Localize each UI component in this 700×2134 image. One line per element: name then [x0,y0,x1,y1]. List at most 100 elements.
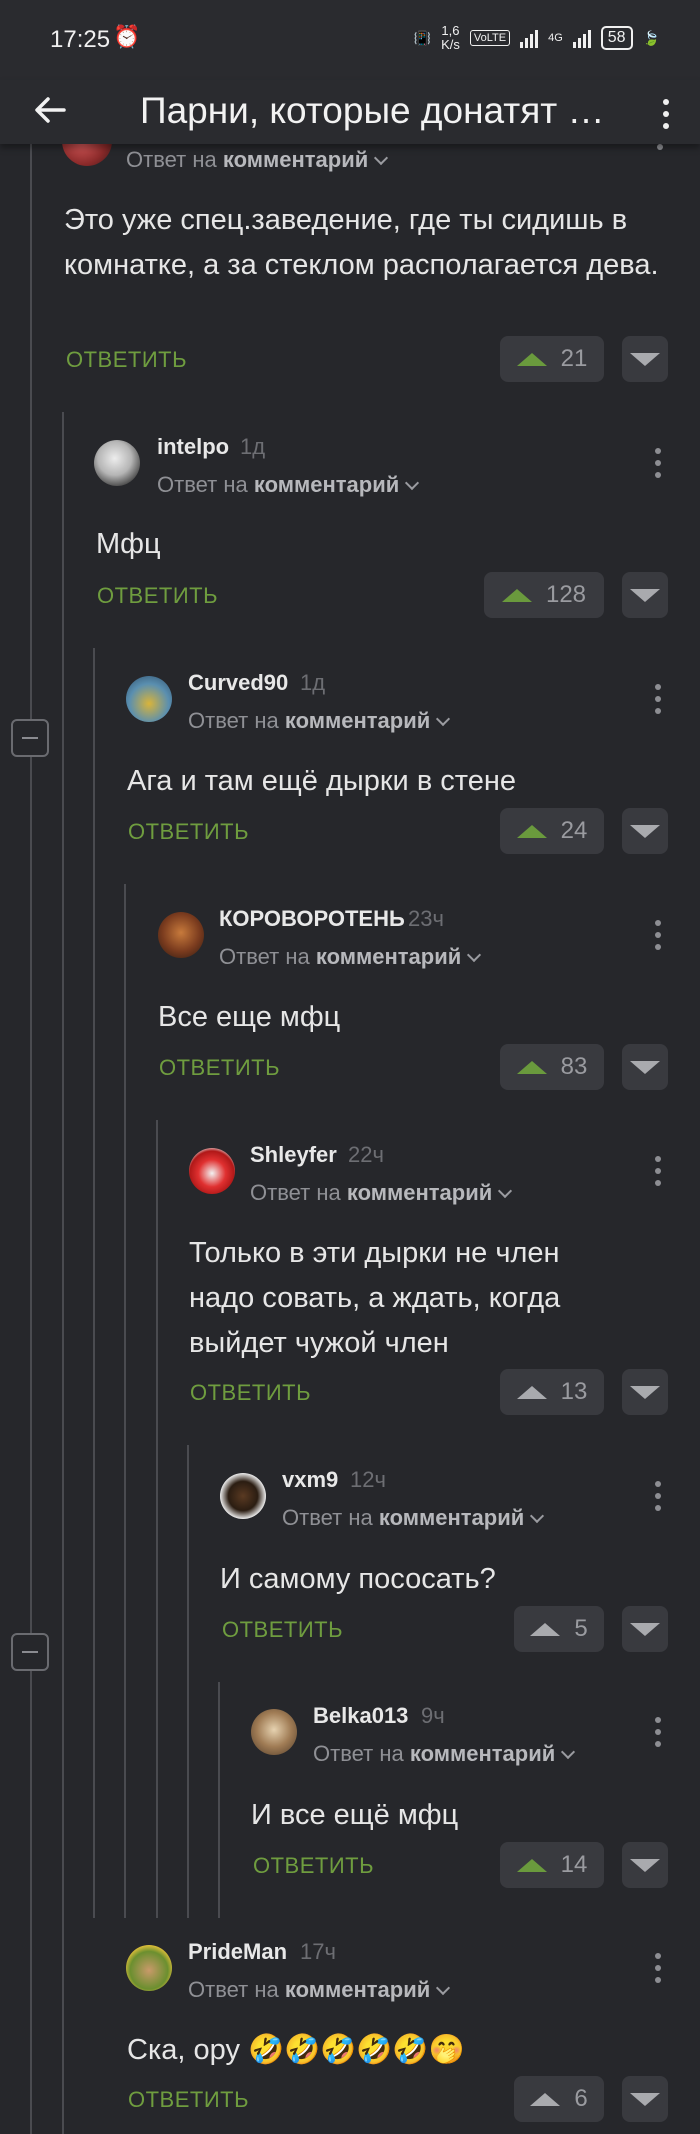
upvote-icon [516,1858,547,1872]
downvote-button[interactable] [622,808,668,854]
upvote-icon [516,1385,547,1399]
upvote-button[interactable]: 83 [500,1044,604,1090]
thread-line[interactable] [156,1120,158,1918]
thread-line[interactable] [124,884,126,1918]
comment-menu-button[interactable] [650,144,670,154]
comment-menu-button[interactable] [648,1478,668,1514]
thread-line[interactable] [30,144,32,2134]
comment-menu-button[interactable] [648,681,668,717]
battery-icon: 58 [600,26,633,50]
downvote-button[interactable] [622,572,668,618]
comment-menu-button[interactable] [648,1153,668,1189]
upvote-button[interactable]: 5 [514,1606,604,1652]
comment-author[interactable]: Belka013 [313,1703,408,1729]
more-vert-icon [648,1478,668,1514]
avatar[interactable] [189,1148,235,1194]
downvote-button[interactable] [622,1606,668,1652]
upvote-button[interactable]: 6 [514,2076,604,2122]
upvote-icon [530,2092,561,2106]
upvote-icon [516,824,547,838]
reply-button[interactable]: ОТВЕТИТЬ [222,1617,343,1643]
collapse-thread-button[interactable] [11,719,49,757]
more-vert-icon [648,445,668,481]
volte-icon: VoLTE [469,30,511,46]
downvote-button[interactable] [622,1369,668,1415]
comment-author[interactable]: Curved90 [188,670,288,696]
comment-age: 17ч [300,1939,336,1964]
thread-line[interactable] [62,412,64,2134]
status-time: 17:25 [50,26,111,53]
reply-to-link[interactable]: Ответ на комментарий [219,944,482,970]
thread-line[interactable] [187,1445,189,1918]
comment-text: И все ещё мфц [251,1799,459,1831]
comment-author[interactable]: intelpo [157,434,229,460]
comment-age: 23ч [408,906,444,931]
more-vert-icon [656,94,676,134]
reply-to-link[interactable]: Ответ на комментарий [188,1977,451,2003]
comment-menu-button[interactable] [648,1714,668,1750]
vote-count: 128 [545,581,587,608]
chevron-down-icon [436,1980,451,1996]
reply-to-link[interactable]: Ответ на комментарий [157,472,420,498]
leaf-icon: 🍃 [642,29,660,46]
downvote-button[interactable] [622,2076,668,2122]
upvote-button[interactable]: 21 [500,336,604,382]
comment-age: 1д [300,670,326,695]
reply-to-link[interactable]: Ответ на комментарий [126,147,389,173]
avatar[interactable] [220,1473,266,1519]
upvote-icon [516,352,547,366]
comment-menu-button[interactable] [648,917,668,953]
downvote-button[interactable] [622,1044,668,1090]
downvote-button[interactable] [622,336,668,382]
collapse-thread-button[interactable] [11,1633,49,1671]
reply-button[interactable]: ОТВЕТИТЬ [66,347,187,373]
thread-line[interactable] [93,648,95,1918]
avatar[interactable] [251,1709,297,1755]
chevron-down-icon [530,1508,545,1524]
back-button[interactable] [30,90,78,134]
reply-button[interactable]: ОТВЕТИТЬ [253,1853,374,1879]
more-vert-icon [648,681,668,717]
comment-menu-button[interactable] [648,1950,668,1986]
network-type: 4G [548,32,563,44]
reply-to-link[interactable]: Ответ на комментарий [250,1180,513,1206]
status-icons: 📳 1,6 K/s VoLTE 4G 58 🍃 [414,24,660,52]
comment-age: 22ч [348,1142,384,1167]
reply-button[interactable]: ОТВЕТИТЬ [128,819,249,845]
chevron-down-icon [405,475,420,491]
status-bar: 17:25 ⏰ 📳 1,6 K/s VoLTE 4G 58 🍃 [0,0,700,80]
comment-author[interactable]: КОРОВОРОТЕНЬ [219,906,405,932]
upvote-button[interactable]: 24 [500,808,604,854]
comment-text: Мфц [96,528,161,560]
avatar[interactable] [126,676,172,722]
reply-button[interactable]: ОТВЕТИТЬ [190,1380,311,1406]
reply-button[interactable]: ОТВЕТИТЬ [159,1055,280,1081]
thread-line[interactable] [218,1682,220,1918]
comment-author[interactable]: vxm9 [282,1467,338,1493]
upvote-button[interactable]: 14 [500,1842,604,1888]
reply-to-link[interactable]: Ответ на комментарий [282,1505,545,1531]
downvote-button[interactable] [622,1842,668,1888]
page-title: Парни, которые донатят стримершам [140,90,610,131]
vote-count: 83 [560,1053,588,1080]
comment-menu-button[interactable] [648,445,668,481]
avatar[interactable] [94,440,140,486]
reply-button[interactable]: ОТВЕТИТЬ [97,583,218,609]
more-vert-icon [648,1950,668,1986]
upvote-button[interactable]: 13 [500,1369,604,1415]
reply-button[interactable]: ОТВЕТИТЬ [128,2087,249,2113]
back-arrow-icon [35,97,66,123]
vibrate-icon: 📳 [413,29,432,46]
comment-author[interactable]: Shleyfer [250,1142,337,1168]
overflow-menu-button[interactable] [656,94,676,134]
reply-to-link[interactable]: Ответ на комментарий [313,1741,576,1767]
avatar[interactable] [126,1945,172,1991]
comment-text: Ага и там ещё дырки в стене [127,765,517,797]
upvote-icon [530,1622,561,1636]
vote-count: 14 [560,1851,588,1878]
upvote-icon [516,1060,547,1074]
comment-author[interactable]: PrideMan [188,1939,287,1965]
avatar[interactable] [158,912,204,958]
reply-to-link[interactable]: Ответ на комментарий [188,708,451,734]
upvote-button[interactable]: 128 [484,572,604,618]
